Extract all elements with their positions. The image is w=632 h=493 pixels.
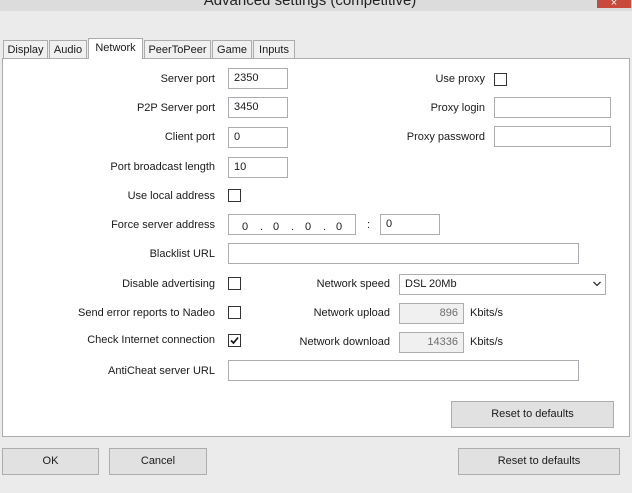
force-server-port-field[interactable]: 0 <box>380 214 440 235</box>
force-server-address-label: Force server address <box>111 219 215 231</box>
ip-dot: . <box>260 221 264 233</box>
cancel-button[interactable]: Cancel <box>109 448 207 475</box>
use-local-address-checkbox[interactable] <box>228 189 241 202</box>
network-speed-label: Network speed <box>316 278 390 290</box>
proxy-password-label: Proxy password <box>406 131 485 143</box>
ip-octet-2: 0 <box>273 221 280 233</box>
blacklist-url-field[interactable] <box>228 243 579 264</box>
network-download-unit: Kbits/s <box>470 336 504 348</box>
client-port-field[interactable]: 0 <box>228 127 288 148</box>
p2p-server-port-field[interactable]: 3450 <box>228 97 288 118</box>
server-port-field[interactable]: 2350 <box>228 68 288 89</box>
reset-tab-button[interactable]: Reset to defaults <box>451 401 614 428</box>
tab-peertopeer[interactable]: PeerToPeer <box>144 40 211 58</box>
blacklist-url-label: Blacklist URL <box>149 248 215 260</box>
client-port-label: Client port <box>164 131 215 143</box>
title-bar: Advanced settings (competitive) × <box>0 0 632 11</box>
proxy-login-field[interactable] <box>494 97 611 118</box>
network-upload-unit: Kbits/s <box>470 307 504 319</box>
network-upload-label: Network upload <box>313 307 390 319</box>
tab-network[interactable]: Network <box>88 38 143 59</box>
tab-game[interactable]: Game <box>212 40 252 58</box>
disable-advertising-label: Disable advertising <box>122 278 215 290</box>
use-proxy-label: Use proxy <box>435 73 485 85</box>
p2p-server-port-label: P2P Server port <box>136 102 215 114</box>
send-error-reports-checkbox[interactable] <box>228 306 241 319</box>
proxy-login-label: Proxy login <box>430 102 485 114</box>
port-separator: : <box>367 219 371 231</box>
network-speed-dropdown[interactable]: DSL 20Mb <box>399 274 606 295</box>
tab-inputs[interactable]: Inputs <box>253 40 295 58</box>
check-internet-checkbox[interactable] <box>228 334 241 347</box>
network-speed-value: DSL 20Mb <box>405 278 457 290</box>
window-title: Advanced settings (competitive) <box>203 0 417 9</box>
proxy-password-field[interactable] <box>494 126 611 147</box>
ip-octet-4: 0 <box>336 221 343 233</box>
ok-button[interactable]: OK <box>2 448 99 475</box>
port-broadcast-length-label: Port broadcast length <box>110 161 215 173</box>
network-download-label: Network download <box>299 336 391 348</box>
send-error-reports-label: Send error reports to Nadeo <box>78 307 215 319</box>
network-download-field: 14336 <box>399 332 464 353</box>
ip-dot: . <box>323 221 327 233</box>
use-local-address-label: Use local address <box>127 190 215 202</box>
checkmark-icon <box>230 336 239 345</box>
network-upload-field: 896 <box>399 303 464 324</box>
port-broadcast-length-field[interactable]: 10 <box>228 157 288 178</box>
force-server-ip-field[interactable]: 0 . 0 . 0 . 0 <box>228 214 356 235</box>
server-port-label: Server port <box>160 73 215 85</box>
ip-dot: . <box>291 221 295 233</box>
tab-display[interactable]: Display <box>3 40 48 58</box>
chevron-down-icon <box>593 281 601 287</box>
check-internet-label: Check Internet connection <box>87 334 215 346</box>
use-proxy-checkbox[interactable] <box>494 73 507 86</box>
reset-all-button[interactable]: Reset to defaults <box>458 448 620 475</box>
ip-octet-1: 0 <box>242 221 249 233</box>
ip-octet-3: 0 <box>305 221 312 233</box>
disable-advertising-checkbox[interactable] <box>228 277 241 290</box>
close-icon: × <box>610 0 618 9</box>
close-button[interactable]: × <box>597 0 631 9</box>
anticheat-url-field[interactable] <box>228 360 579 381</box>
tab-audio[interactable]: Audio <box>49 40 87 58</box>
anticheat-url-label: AntiCheat server URL <box>108 365 215 377</box>
